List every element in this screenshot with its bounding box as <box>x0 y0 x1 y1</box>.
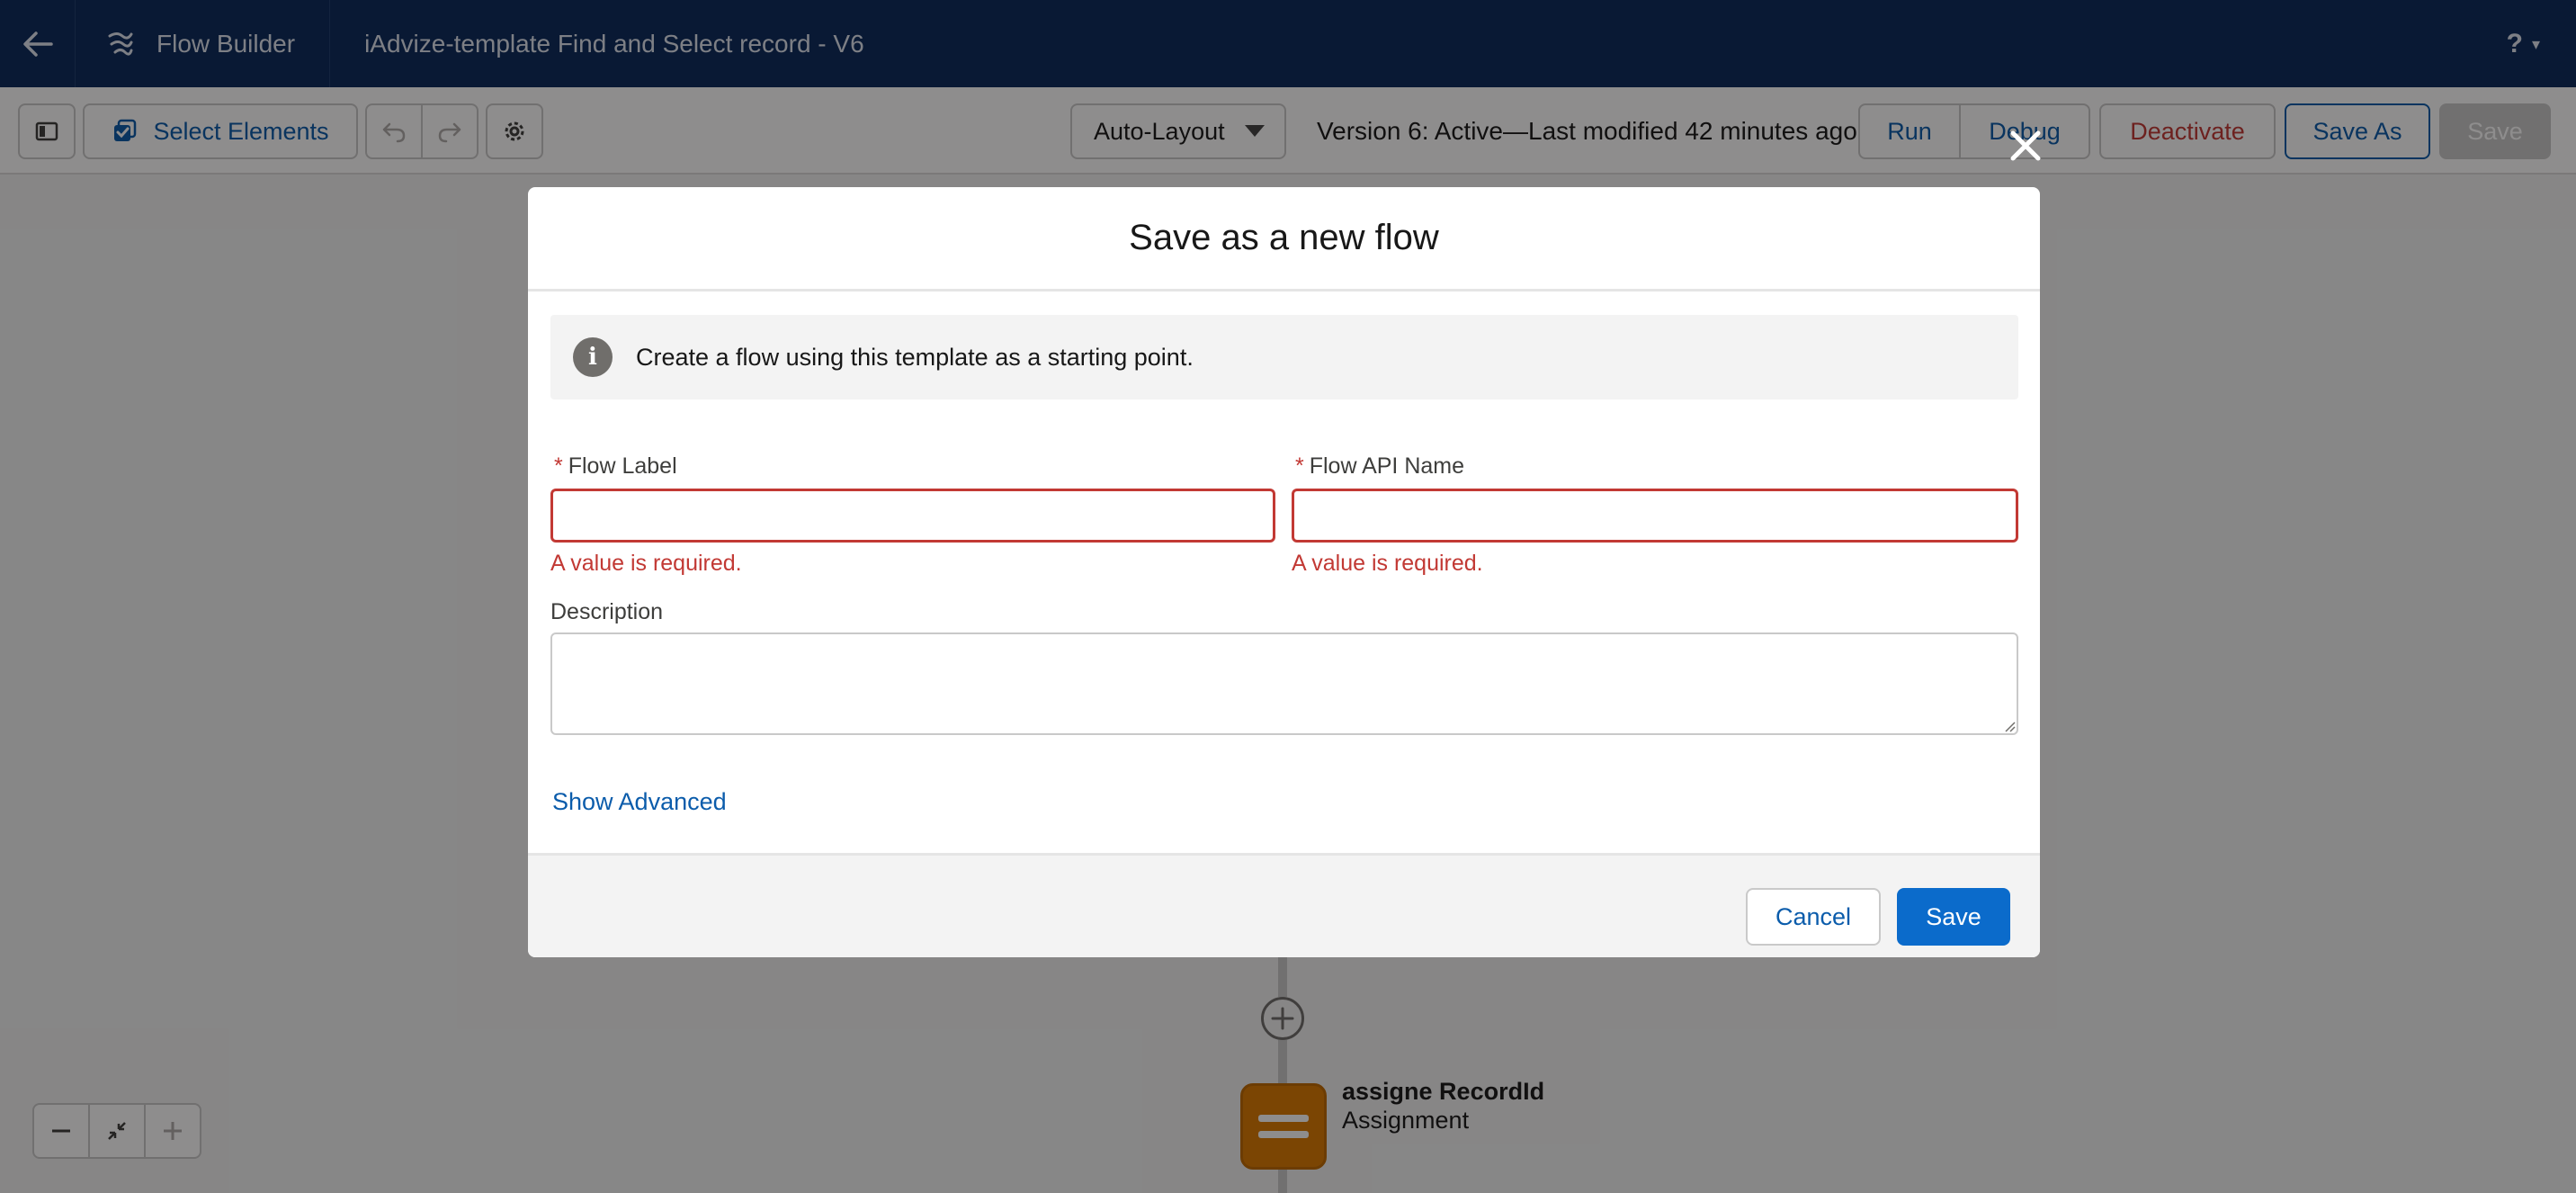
show-advanced-link[interactable]: Show Advanced <box>552 788 727 816</box>
cancel-button[interactable]: Cancel <box>1746 888 1881 946</box>
flow-label-error: A value is required. <box>550 551 742 576</box>
flow-api-name-label: * Flow API Name <box>1295 453 1464 480</box>
modal-title: Save as a new flow <box>1129 218 1439 257</box>
flow-label-text: Flow Label <box>568 453 677 479</box>
required-marker: * <box>1295 453 1304 479</box>
cancel-label: Cancel <box>1775 902 1852 930</box>
close-icon <box>2010 130 2041 161</box>
flow-api-name-input[interactable] <box>1292 489 2018 543</box>
flow-label-label: * Flow Label <box>554 453 677 480</box>
modal-footer: Cancel Save <box>528 853 2040 957</box>
save-button[interactable]: Save <box>1897 888 2010 946</box>
required-marker: * <box>554 453 563 479</box>
save-label: Save <box>1926 902 1981 930</box>
resize-handle-icon[interactable] <box>2003 720 2016 732</box>
modal-header: Save as a new flow <box>528 187 2040 292</box>
flow-api-name-text: Flow API Name <box>1309 453 1465 479</box>
description-label: Description <box>550 599 664 624</box>
info-text: Create a flow using this template as a s… <box>636 343 1194 371</box>
flow-api-name-error: A value is required. <box>1292 551 1483 576</box>
info-icon: i <box>573 337 613 377</box>
modal-close-button[interactable] <box>2002 122 2049 169</box>
info-notification: i Create a flow using this template as a… <box>550 315 2018 399</box>
save-as-modal: Save as a new flow i Create a flow using… <box>528 187 2040 957</box>
flow-label-input[interactable] <box>550 489 1275 543</box>
description-textarea[interactable] <box>550 632 2018 735</box>
